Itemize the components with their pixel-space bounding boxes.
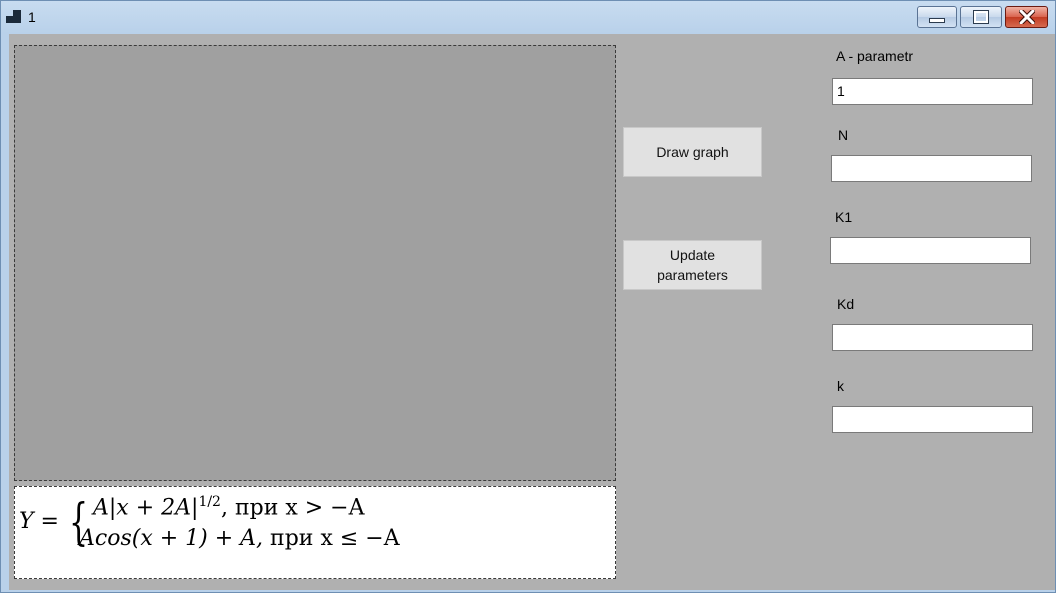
title-bar[interactable]: 1 bbox=[1, 1, 1055, 33]
kd-field[interactable] bbox=[832, 324, 1033, 351]
update-label-line1: Update bbox=[669, 247, 716, 263]
update-parameters-button[interactable]: Update parameters bbox=[623, 240, 762, 290]
maximize-button[interactable] bbox=[960, 6, 1002, 28]
formula-case-1: A|x + 2A|1/2, при x > −A bbox=[93, 494, 365, 521]
maximize-icon bbox=[973, 10, 989, 24]
close-button[interactable] bbox=[1005, 6, 1048, 28]
app-window: 1 Y = { A|x + 2A|1/2, при x > −A Acos(x … bbox=[0, 0, 1056, 593]
k1-field[interactable] bbox=[830, 237, 1031, 264]
update-label-line2: parameters bbox=[657, 267, 728, 283]
draw-graph-label: Draw graph bbox=[656, 144, 729, 160]
formula-display: Y = { A|x + 2A|1/2, при x > −A Acos(x + … bbox=[14, 486, 616, 579]
minimize-icon bbox=[929, 18, 945, 23]
k-label: k bbox=[837, 378, 844, 394]
k1-label: K1 bbox=[835, 209, 853, 225]
k-field[interactable] bbox=[832, 406, 1033, 433]
kd-label: Kd bbox=[837, 296, 855, 312]
draw-graph-button[interactable]: Draw graph bbox=[623, 127, 762, 177]
a-parameter-field[interactable]: 1 bbox=[832, 78, 1033, 105]
window-title: 1 bbox=[28, 9, 36, 25]
n-label: N bbox=[838, 127, 849, 143]
form-client-area: Y = { A|x + 2A|1/2, при x > −A Acos(x + … bbox=[9, 34, 1055, 590]
n-field[interactable] bbox=[831, 155, 1032, 182]
minimize-button[interactable] bbox=[917, 6, 957, 28]
graph-canvas bbox=[14, 45, 616, 481]
formula-lhs: Y = bbox=[19, 509, 59, 534]
close-icon bbox=[1018, 10, 1035, 24]
app-window-icon bbox=[6, 10, 22, 24]
a-parameter-label: A - parametr bbox=[836, 48, 914, 64]
formula-case-2: Acos(x + 1) + A, при x ≤ −A bbox=[79, 526, 400, 551]
